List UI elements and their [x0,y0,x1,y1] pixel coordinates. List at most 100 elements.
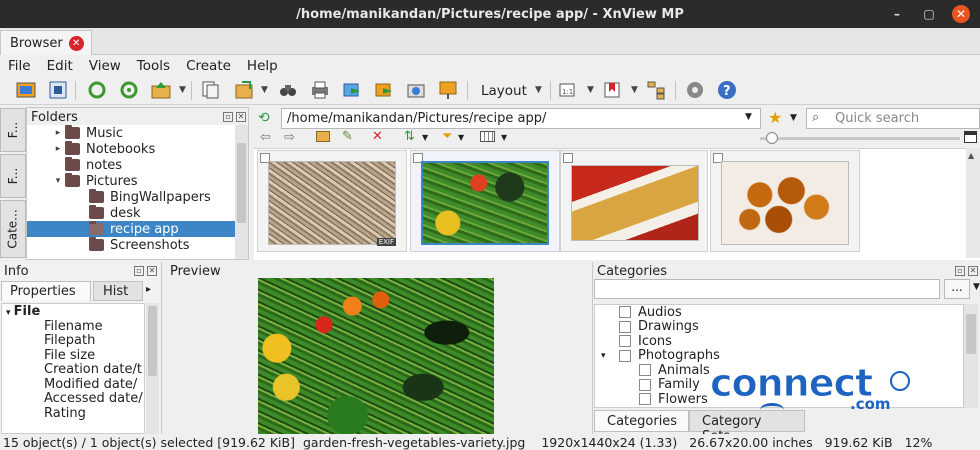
forward-arrow-icon[interactable]: ⇨ [284,130,295,145]
go-up-icon[interactable] [150,79,172,101]
thumbnail-item-selected[interactable] [410,150,560,252]
menu-view[interactable]: View [89,58,121,74]
folder-item[interactable]: ▸ Music [27,125,235,141]
close-icon[interactable]: ✕ [952,5,970,23]
binoculars-icon[interactable] [277,79,299,101]
dropdown-arrow-icon[interactable]: ▼ [973,282,980,292]
menu-help[interactable]: Help [247,58,278,74]
dropdown-arrow-icon[interactable]: ▼ [535,85,542,95]
address-field[interactable]: /home/manikandan/Pictures/recipe app/ [281,108,761,129]
dropdown-arrow-icon[interactable]: ▼ [179,85,186,95]
close-panel-icon[interactable]: ✕ [968,266,978,276]
bookmark-icon[interactable] [601,79,623,101]
menu-file[interactable]: File [8,58,31,74]
tab-browser[interactable]: Browser ✕ [0,30,92,55]
compare-icon[interactable]: 1:1 [556,79,578,101]
collapse-arrow-icon[interactable]: ▾ [6,308,14,318]
category-checkbox[interactable] [619,335,631,348]
category-checkbox[interactable] [619,306,631,319]
star-icon[interactable]: ★ [768,108,782,127]
dropdown-arrow-icon[interactable]: ▼ [422,133,428,142]
tab-scroll-right-icon[interactable]: ▸ [146,284,151,295]
dropdown-arrow-icon[interactable]: ▼ [631,85,638,95]
category-item[interactable]: Icons [595,334,963,349]
thumbnail-item[interactable] [710,150,860,252]
thumbnail-scrollbar[interactable]: ▲ [966,148,980,258]
delete-icon[interactable]: ✕ [372,129,383,144]
category-filter-input[interactable] [594,279,940,299]
layout-button[interactable]: Layout [481,83,527,99]
thumbnail-item[interactable] [560,150,708,252]
tab-categories[interactable]: Categories [594,410,689,432]
slideshow-icon[interactable] [437,79,459,101]
capture-icon[interactable] [405,79,427,101]
print-icon[interactable] [309,79,331,101]
new-folder-icon[interactable] [316,131,330,142]
dropdown-arrow-icon[interactable]: ▼ [261,85,268,95]
side-tab-folders[interactable]: F... [0,108,26,152]
panel-layout-icon[interactable] [964,131,977,143]
rename-icon[interactable]: ✎ [342,129,353,144]
category-checkbox[interactable] [639,393,651,406]
folder-scrollbar[interactable] [235,125,248,259]
folder-item[interactable]: BingWallpapers [27,189,235,205]
folder-item[interactable]: Screenshots [27,237,235,253]
help-icon[interactable]: ? [716,79,738,101]
dropdown-arrow-icon[interactable]: ▼ [790,113,797,123]
address-dropdown-icon[interactable]: ▼ [745,112,752,122]
back-arrow-icon[interactable]: ⇦ [260,130,271,145]
float-panel-icon[interactable]: ▫ [134,266,144,276]
folder-item[interactable]: ▸ Notebooks [27,141,235,157]
dropdown-arrow-icon[interactable]: ▼ [587,85,594,95]
properties-scrollbar[interactable] [146,303,159,434]
expand-arrow-icon[interactable]: ▸ [51,144,65,154]
filter-icon[interactable]: ⏷ [442,129,452,144]
minimize-icon[interactable]: – [888,5,906,23]
dropdown-arrow-icon[interactable]: ▼ [501,133,507,142]
folder-item-selected[interactable]: recipe app [27,221,235,237]
side-tab-favorites[interactable]: F... [0,154,26,198]
menu-edit[interactable]: Edit [47,58,73,74]
sync-icon[interactable] [118,79,140,101]
tree-view-icon[interactable] [645,79,667,101]
collapse-arrow-icon[interactable]: ▾ [51,176,65,186]
category-filter-button[interactable]: ... [944,279,970,299]
category-item[interactable]: Drawings [595,319,963,334]
folder-item[interactable]: desk [27,205,235,221]
thumb-size-slider[interactable] [760,137,960,140]
category-checkbox[interactable] [619,349,631,362]
thumbnail-item[interactable]: EXIF [257,150,407,252]
category-checkbox[interactable] [619,320,631,333]
side-tab-categories[interactable]: Cate... [0,200,26,258]
export-icon[interactable] [233,79,255,101]
tab-close-icon[interactable]: ✕ [68,35,84,51]
category-item[interactable]: Audios [595,305,963,320]
slider-handle[interactable] [766,132,778,144]
float-panel-icon[interactable]: ▫ [955,266,965,276]
refresh-icon[interactable] [86,79,108,101]
category-checkbox[interactable] [639,364,651,377]
collapse-arrow-icon[interactable]: ▾ [601,351,619,361]
tab-properties[interactable]: Properties [1,281,91,301]
menu-tools[interactable]: Tools [137,58,170,74]
float-panel-icon[interactable]: ▫ [223,112,233,122]
batch-convert-icon[interactable] [341,79,363,101]
sort-icon[interactable]: ⇅ [404,129,415,144]
fullscreen-icon[interactable] [47,79,69,101]
go-back-icon[interactable]: ⟲ [258,110,270,126]
maximize-icon[interactable]: ▢ [920,5,938,23]
dropdown-arrow-icon[interactable]: ▼ [458,133,464,142]
copy-files-icon[interactable] [199,79,221,101]
folder-item[interactable]: notes [27,157,235,173]
batch-rename-icon[interactable] [373,79,395,101]
thumbnail-checkbox[interactable] [563,153,573,163]
image-browser-icon[interactable] [15,79,37,101]
close-panel-icon[interactable]: ✕ [236,112,246,122]
tab-history[interactable]: Hist [93,281,143,301]
menu-create[interactable]: Create [186,58,231,74]
property-section[interactable]: ▾ File [2,304,144,319]
expand-arrow-icon[interactable]: ▸ [51,128,65,138]
view-mode-icon[interactable] [480,131,495,142]
close-panel-icon[interactable]: ✕ [147,266,157,276]
category-checkbox[interactable] [639,378,651,391]
